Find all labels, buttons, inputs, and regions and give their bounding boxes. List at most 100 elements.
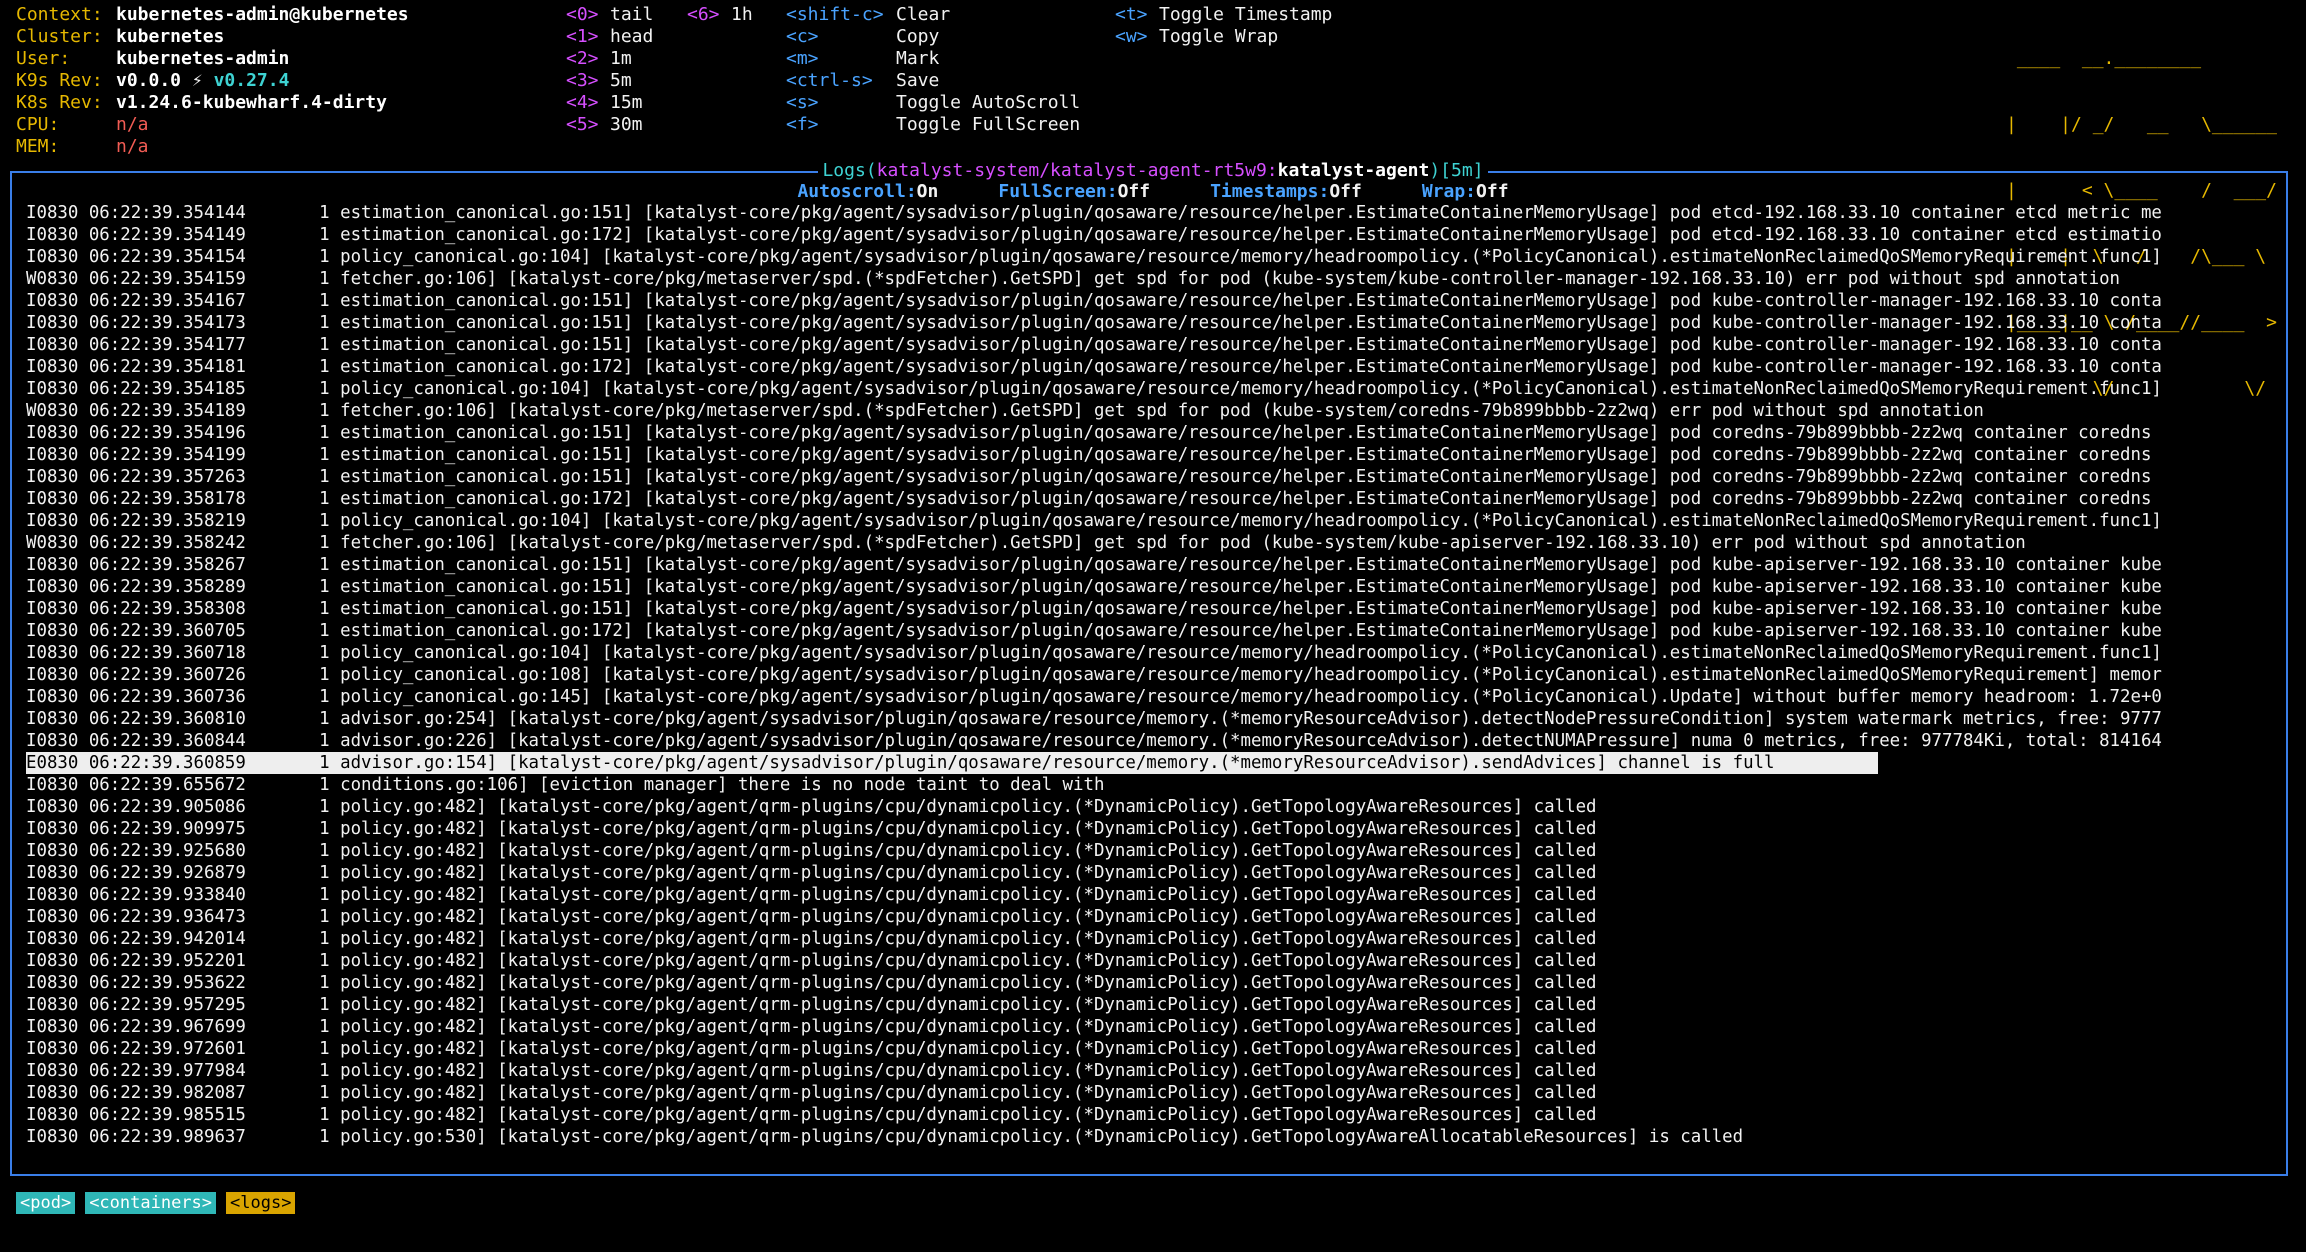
hint-toggle-fullscreen[interactable]: <f> Toggle FullScreen <box>786 114 1080 136</box>
hint-key: <t> <box>1115 4 1148 25</box>
context-label: Context: <box>16 4 103 25</box>
log-line[interactable]: I0830 06:22:39.952201 1 policy.go:482] [… <box>26 950 2276 972</box>
log-line[interactable]: W0830 06:22:39.358242 1 fetcher.go:106] … <box>26 532 2276 554</box>
log-lines[interactable]: I0830 06:22:39.354144 1 estimation_canon… <box>26 202 2276 1148</box>
log-line[interactable]: I0830 06:22:39.354149 1 estimation_canon… <box>26 224 2276 246</box>
hint-label: 1m <box>610 48 632 69</box>
k8s-rev-value: v1.24.6-kubewharf.4-dirty <box>116 92 387 113</box>
hint-label: Mark <box>896 48 940 69</box>
hint-key: <3> <box>566 70 599 91</box>
log-line[interactable]: I0830 06:22:39.358267 1 estimation_canon… <box>26 554 2276 576</box>
k9s-rev-value: v0.0.0 <box>116 70 182 91</box>
log-line[interactable]: I0830 06:22:39.926879 1 policy.go:482] [… <box>26 862 2276 884</box>
hint-1m[interactable]: <2> 1m <box>566 48 653 70</box>
log-line[interactable]: I0830 06:22:39.933840 1 policy.go:482] [… <box>26 884 2276 906</box>
log-line[interactable]: I0830 06:22:39.360810 1 advisor.go:254] … <box>26 708 2276 730</box>
log-line[interactable]: I0830 06:22:39.358308 1 estimation_canon… <box>26 598 2276 620</box>
log-line[interactable]: I0830 06:22:39.360705 1 estimation_canon… <box>26 620 2276 642</box>
hint-label: head <box>610 26 654 47</box>
log-line[interactable]: I0830 06:22:39.354177 1 estimation_canon… <box>26 334 2276 356</box>
crumb-containers[interactable]: <containers> <box>85 1192 217 1214</box>
crumb-logs[interactable]: <logs> <box>226 1192 296 1214</box>
log-line[interactable]: I0830 06:22:39.354196 1 estimation_canon… <box>26 422 2276 444</box>
log-line[interactable]: I0830 06:22:39.360844 1 advisor.go:226] … <box>26 730 2276 752</box>
hints-column-2: <6> 1h <box>687 4 753 26</box>
hint-save[interactable]: <ctrl-s> Save <box>786 70 1080 92</box>
hint-15m[interactable]: <4> 15m <box>566 92 653 114</box>
title-suffix: )[5m] <box>1429 160 1484 181</box>
context-row: Context: kubernetes-admin@kubernetes <box>16 4 409 26</box>
log-line[interactable]: I0830 06:22:39.655672 1 conditions.go:10… <box>26 774 2276 796</box>
log-line[interactable]: I0830 06:22:39.354173 1 estimation_canon… <box>26 312 2276 334</box>
log-line[interactable]: I0830 06:22:39.360726 1 policy_canonical… <box>26 664 2276 686</box>
log-line[interactable]: I0830 06:22:39.358289 1 estimation_canon… <box>26 576 2276 598</box>
mem-label: MEM: <box>16 136 60 157</box>
log-line[interactable]: I0830 06:22:39.989637 1 policy.go:530] [… <box>26 1126 2276 1148</box>
breadcrumb: <pod> <containers> <logs> <box>16 1192 296 1214</box>
log-line[interactable]: I0830 06:22:39.925680 1 policy.go:482] [… <box>26 840 2276 862</box>
log-line[interactable]: I0830 06:22:39.909975 1 policy.go:482] [… <box>26 818 2276 840</box>
log-line[interactable]: I0830 06:22:39.985515 1 policy.go:482] [… <box>26 1104 2276 1126</box>
log-line[interactable]: I0830 06:22:39.936473 1 policy.go:482] [… <box>26 906 2276 928</box>
log-line[interactable]: W0830 06:22:39.354159 1 fetcher.go:106] … <box>26 268 2276 290</box>
hint-key: <c> <box>786 26 819 47</box>
log-line[interactable]: I0830 06:22:39.354181 1 estimation_canon… <box>26 356 2276 378</box>
log-line[interactable]: I0830 06:22:39.360718 1 policy_canonical… <box>26 642 2276 664</box>
k9s-rev-row: K9s Rev: v0.0.0 ⚡ v0.27.4 <box>16 70 409 92</box>
hint-key: <f> <box>786 114 819 135</box>
hint-key: <m> <box>786 48 819 69</box>
mem-value: n/a <box>116 136 149 157</box>
hint-1h[interactable]: <6> 1h <box>687 4 753 26</box>
cluster-value: kubernetes <box>116 26 225 47</box>
hint-label: Clear <box>896 4 951 25</box>
log-line[interactable]: I0830 06:22:39.354154 1 policy_canonical… <box>26 246 2276 268</box>
hint-key: <0> <box>566 4 599 25</box>
hint-mark[interactable]: <m> Mark <box>786 48 1080 70</box>
title-pod-path: katalyst-system/katalyst-agent-rt5w9: <box>876 160 1278 181</box>
autoscroll-label: Autoscroll: <box>797 181 917 202</box>
log-line[interactable]: I0830 06:22:39.977984 1 policy.go:482] [… <box>26 1060 2276 1082</box>
hint-key: <w> <box>1115 26 1148 47</box>
log-line[interactable]: I0830 06:22:39.357263 1 estimation_canon… <box>26 466 2276 488</box>
mem-row: MEM: n/a <box>16 136 409 158</box>
log-line[interactable]: I0830 06:22:39.972601 1 policy.go:482] [… <box>26 1038 2276 1060</box>
hint-30m[interactable]: <5> 30m <box>566 114 653 136</box>
hint-clear[interactable]: <shift-c> Clear <box>786 4 1080 26</box>
context-value: kubernetes-admin@kubernetes <box>116 4 409 25</box>
hint-toggle-wrap[interactable]: <w> Toggle Wrap <box>1115 26 1332 48</box>
log-line[interactable]: I0830 06:22:39.967699 1 policy.go:482] [… <box>26 1016 2276 1038</box>
k9s-rev-label: K9s Rev: <box>16 70 103 91</box>
hint-toggle-autoscroll[interactable]: <s> Toggle AutoScroll <box>786 92 1080 114</box>
hint-label: Toggle FullScreen <box>896 114 1081 135</box>
hint-label: Toggle Timestamp <box>1159 4 1333 25</box>
log-line[interactable]: I0830 06:22:39.354185 1 policy_canonical… <box>26 378 2276 400</box>
crumb-pod[interactable]: <pod> <box>16 1192 76 1214</box>
log-line[interactable]: I0830 06:22:39.942014 1 policy.go:482] [… <box>26 928 2276 950</box>
hint-5m[interactable]: <3> 5m <box>566 70 653 92</box>
hint-head[interactable]: <1> head <box>566 26 653 48</box>
hint-key: <ctrl-s> <box>786 70 873 91</box>
wrap-label: Wrap: <box>1421 181 1477 202</box>
log-line[interactable]: I0830 06:22:39.982087 1 policy.go:482] [… <box>26 1082 2276 1104</box>
log-line[interactable]: I0830 06:22:39.905086 1 policy.go:482] [… <box>26 796 2276 818</box>
hint-tail[interactable]: <0> tail <box>566 4 653 26</box>
log-line[interactable]: I0830 06:22:39.360736 1 policy_canonical… <box>26 686 2276 708</box>
log-line[interactable]: I0830 06:22:39.354199 1 estimation_canon… <box>26 444 2276 466</box>
hint-label: 15m <box>610 92 643 113</box>
log-line[interactable]: I0830 06:22:39.358219 1 policy_canonical… <box>26 510 2276 532</box>
log-line[interactable]: I0830 06:22:39.354144 1 estimation_canon… <box>26 202 2276 224</box>
k9s-latest-rev: v0.27.4 <box>213 70 290 91</box>
user-row: User: kubernetes-admin <box>16 48 409 70</box>
log-line[interactable]: I0830 06:22:39.957295 1 policy.go:482] [… <box>26 994 2276 1016</box>
hint-toggle-timestamp[interactable]: <t> Toggle Timestamp <box>1115 4 1332 26</box>
log-line[interactable]: I0830 06:22:39.953622 1 policy.go:482] [… <box>26 972 2276 994</box>
cpu-row: CPU: n/a <box>16 114 409 136</box>
logo-line: ____ __.________ <box>2006 48 2277 69</box>
log-line[interactable]: I0830 06:22:39.354167 1 estimation_canon… <box>26 290 2276 312</box>
hints-column-4: <t> Toggle Timestamp <w> Toggle Wrap <box>1115 4 1332 48</box>
hint-copy[interactable]: <c> Copy <box>786 26 1080 48</box>
log-line[interactable]: W0830 06:22:39.354189 1 fetcher.go:106] … <box>26 400 2276 422</box>
lightning-icon: ⚡ <box>191 70 203 91</box>
log-line-selected[interactable]: E0830 06:22:39.360859 1 advisor.go:154] … <box>26 752 1878 774</box>
log-line[interactable]: I0830 06:22:39.358178 1 estimation_canon… <box>26 488 2276 510</box>
